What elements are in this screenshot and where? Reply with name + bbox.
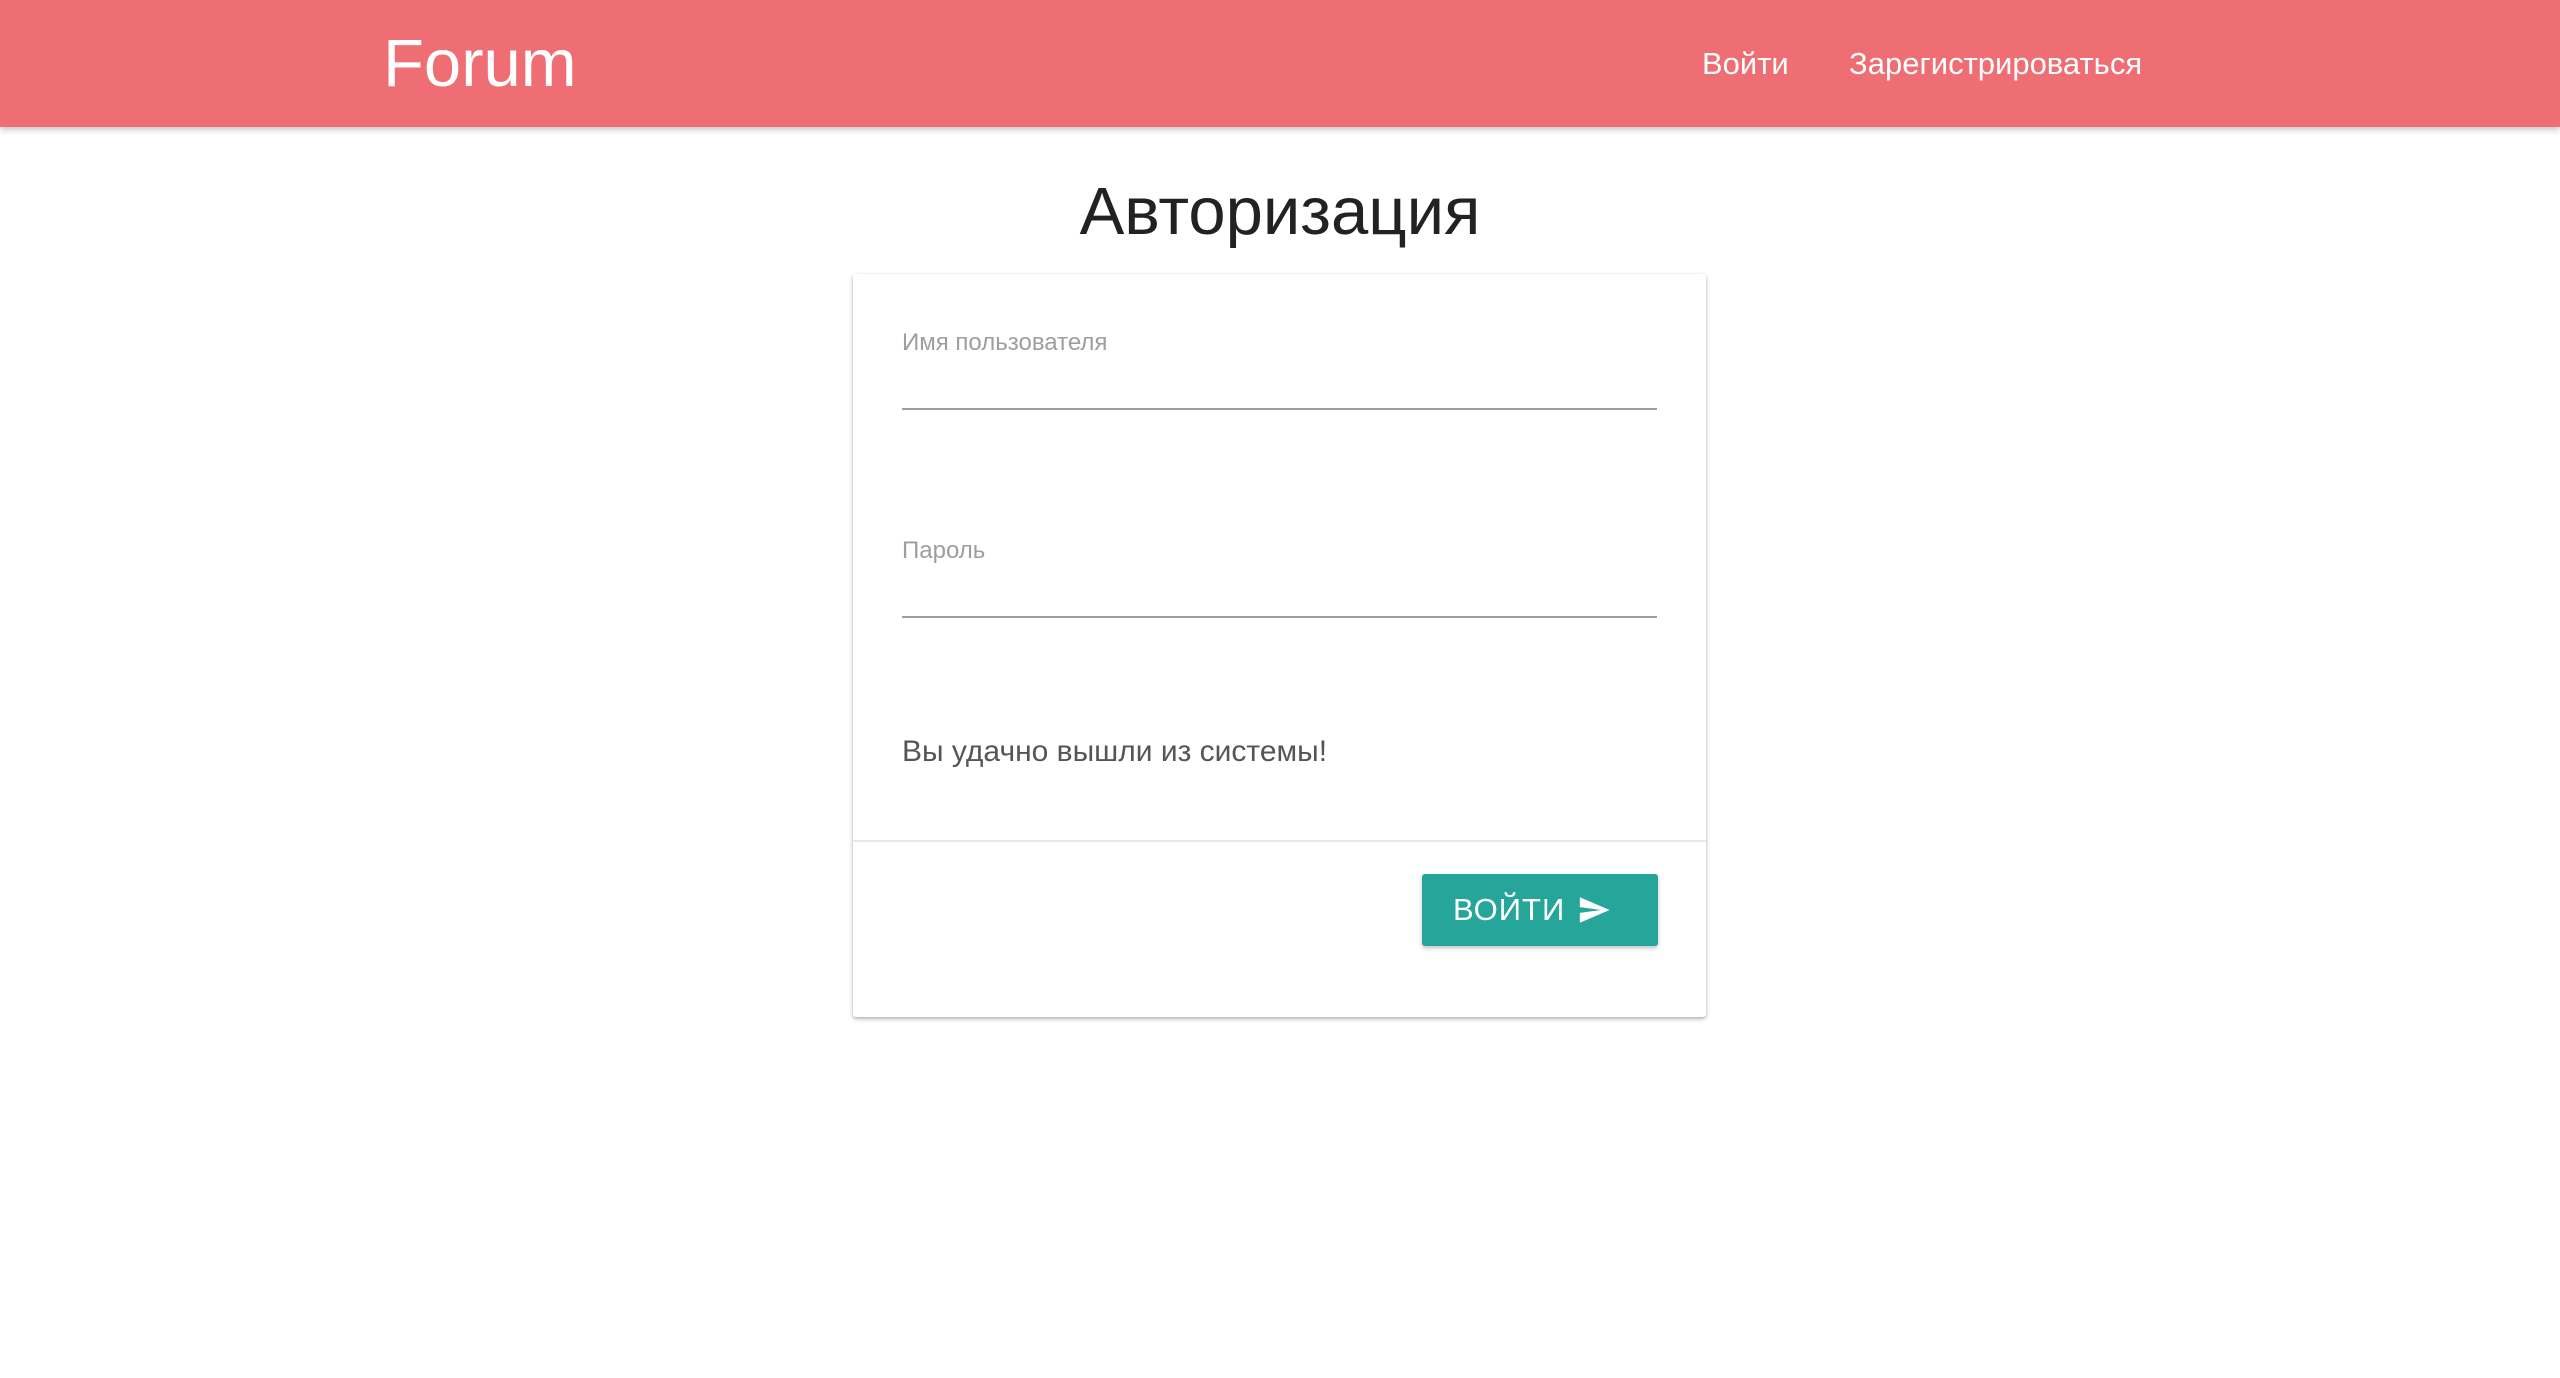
nav-register-link[interactable]: Зарегистрироваться <box>1849 44 2142 84</box>
login-submit-label: ВОЙТИ <box>1453 892 1566 927</box>
card-divider <box>853 840 1706 842</box>
password-input[interactable] <box>902 566 1657 618</box>
username-input[interactable] <box>902 358 1657 410</box>
logout-message: Вы удачно вышли из системы! <box>902 735 1328 768</box>
username-label: Имя пользователя <box>902 329 1108 356</box>
brand-logo[interactable]: Forum <box>383 26 577 102</box>
login-card: Имя пользователя Пароль Вы удачно вышли … <box>853 274 1706 1017</box>
send-icon <box>1579 897 1610 923</box>
nav-login-link[interactable]: Войти <box>1702 44 1789 84</box>
login-submit-button[interactable]: ВОЙТИ <box>1422 874 1658 946</box>
password-label: Пароль <box>902 537 986 564</box>
page-title: Авторизация <box>1079 174 1481 249</box>
top-navbar: Forum Войти Зарегистрироваться <box>0 0 2560 127</box>
